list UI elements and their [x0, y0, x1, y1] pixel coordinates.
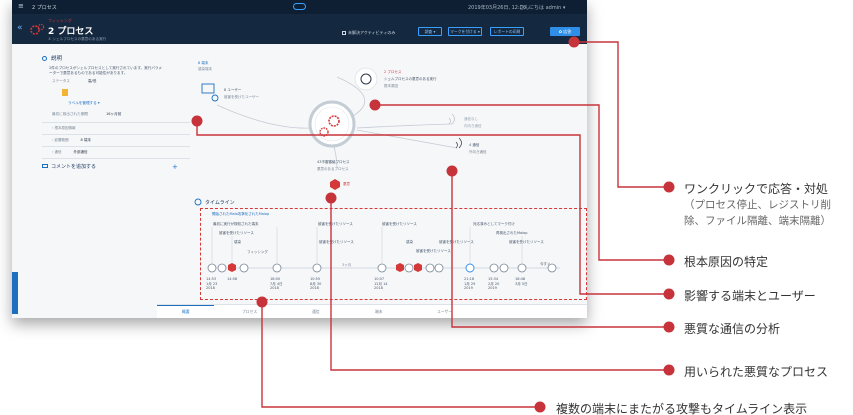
callout-communication: 悪質な通信の分析 [684, 322, 781, 336]
callout-malicious-process: 用いられた悪質なプロセス [684, 365, 829, 379]
callout-root-cause: 根本原因の特定 [684, 255, 769, 269]
callout-response: ワンクリックで応答・対処 [684, 182, 829, 196]
callout-timeline: 複数の端末にまたがる攻撃もタイムライン表示 [556, 402, 808, 415]
callout-endpoints-users: 影響する端末とユーザー [684, 289, 816, 303]
callout-response-detail: （プロセス停止、レジストリ削除、ファイル隔離、端末隔離） [684, 199, 831, 227]
